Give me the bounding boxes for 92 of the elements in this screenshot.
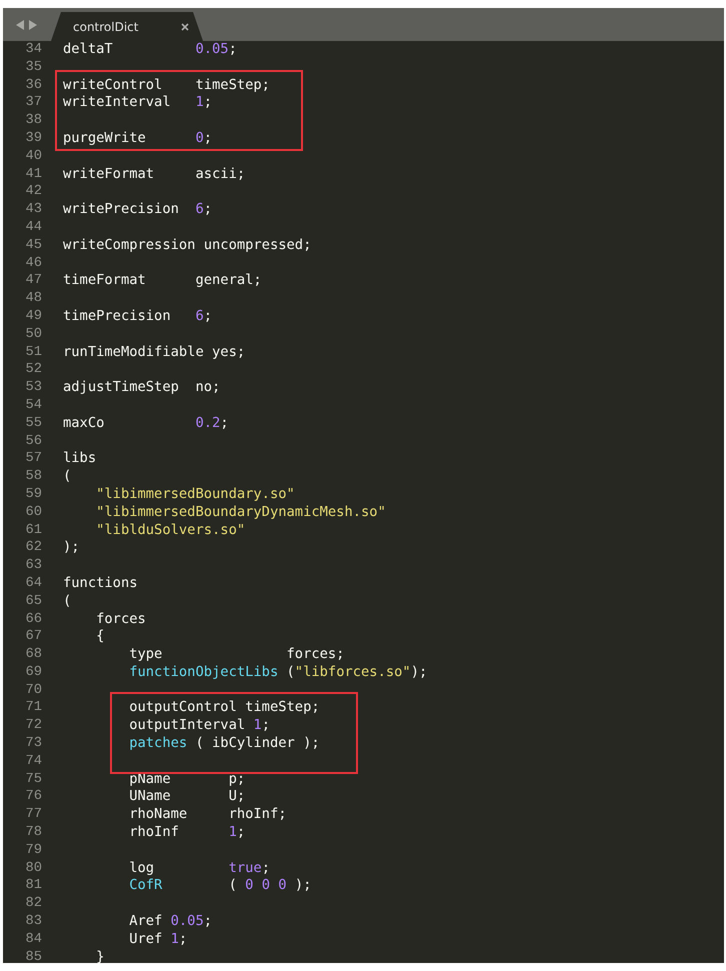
line-number: 67 bbox=[24, 628, 43, 646]
code-line: libs bbox=[63, 450, 96, 468]
line-number: 50 bbox=[24, 326, 43, 344]
code-line: { bbox=[95, 628, 104, 646]
line-number: 38 bbox=[24, 112, 43, 130]
line-number: 58 bbox=[24, 468, 43, 486]
code-line: ( bbox=[63, 468, 72, 486]
code-line: writePrecision 6; bbox=[63, 201, 212, 219]
line-number: 75 bbox=[24, 770, 43, 788]
code-line: ( bbox=[63, 592, 72, 610]
code-line: ); bbox=[63, 539, 80, 558]
code-line: writeInterval 1; bbox=[63, 94, 212, 112]
line-number: 35 bbox=[24, 58, 43, 77]
line-number: 70 bbox=[24, 682, 43, 700]
code-line: CofR ( 0 0 0 ); bbox=[128, 877, 312, 896]
line-number: 37 bbox=[24, 94, 43, 112]
code-line: functions bbox=[63, 574, 138, 593]
code-line: type forces; bbox=[128, 646, 344, 664]
line-number: 76 bbox=[24, 788, 43, 806]
line-number: 45 bbox=[24, 236, 43, 255]
code-line: rhoName rhoInf; bbox=[128, 806, 287, 824]
line-number: 51 bbox=[24, 344, 43, 362]
code-line: runTimeModifiable yes; bbox=[63, 344, 246, 362]
line-number: 59 bbox=[24, 486, 43, 504]
line-number: 56 bbox=[24, 432, 43, 450]
code-line: "libimmersedBoundaryDynamicMesh.so" bbox=[95, 504, 386, 522]
line-number: 84 bbox=[24, 930, 43, 949]
code-line: rhoInf 1; bbox=[128, 824, 246, 842]
line-number: 60 bbox=[24, 504, 43, 522]
code-line: } bbox=[95, 948, 104, 963]
line-number: 43 bbox=[24, 201, 43, 219]
line-number: 69 bbox=[24, 664, 43, 682]
line-number: 41 bbox=[24, 166, 43, 184]
right-arrow-icon[interactable] bbox=[29, 20, 37, 30]
line-number: 82 bbox=[24, 895, 43, 914]
code-line: writeControl timeStep; bbox=[63, 76, 270, 94]
line-number: 47 bbox=[24, 272, 43, 290]
file-tab[interactable]: controlDict bbox=[51, 12, 203, 41]
code-line: outputControl timeStep; bbox=[128, 699, 320, 718]
line-number: 44 bbox=[24, 218, 43, 237]
code-line: UName U; bbox=[128, 788, 246, 806]
line-number: 79 bbox=[24, 842, 43, 860]
line-number: 68 bbox=[24, 646, 43, 664]
code-line: Uref 1; bbox=[128, 930, 188, 949]
line-number: 62 bbox=[24, 539, 43, 558]
code-line: deltaT 0.05; bbox=[63, 41, 237, 59]
code-line: "liblduSolvers.so" bbox=[95, 522, 246, 540]
line-number: 66 bbox=[24, 610, 43, 628]
line-number: 54 bbox=[24, 396, 43, 415]
line-number: 64 bbox=[24, 574, 43, 593]
line-number: 61 bbox=[24, 522, 43, 540]
line-number: 57 bbox=[24, 450, 43, 468]
line-number: 81 bbox=[24, 877, 43, 896]
line-number: 73 bbox=[24, 735, 43, 753]
line-number: 39 bbox=[24, 130, 43, 148]
code-line: adjustTimeStep no; bbox=[63, 379, 220, 397]
line-number: 63 bbox=[24, 557, 43, 575]
line-number: 80 bbox=[24, 860, 43, 878]
code-line: functionObjectLibs ("libforces.so"); bbox=[128, 664, 428, 682]
code-line: writeFormat ascii; bbox=[63, 166, 246, 184]
line-number: 48 bbox=[24, 290, 43, 308]
line-number: 42 bbox=[24, 183, 43, 202]
line-number: 71 bbox=[24, 699, 43, 718]
line-number: 46 bbox=[24, 254, 43, 272]
line-number: 78 bbox=[24, 824, 43, 842]
code-line: timeFormat general; bbox=[63, 272, 262, 290]
code-line: pName p; bbox=[128, 770, 246, 788]
line-number: 55 bbox=[24, 414, 43, 433]
line-number: 65 bbox=[24, 592, 43, 610]
code-line: log true; bbox=[128, 860, 270, 878]
code-line: maxCo 0.2; bbox=[63, 414, 229, 433]
code-line: patches ( ibCylinder ); bbox=[128, 735, 320, 753]
code-line: timePrecision 6; bbox=[63, 308, 212, 326]
left-arrow-icon[interactable] bbox=[16, 20, 24, 30]
code-line: Aref 0.05; bbox=[128, 913, 212, 931]
line-number: 77 bbox=[24, 806, 43, 824]
line-number: 49 bbox=[24, 308, 43, 326]
close-icon[interactable] bbox=[181, 22, 189, 30]
code-line: forces bbox=[95, 610, 146, 628]
code-line: writeCompression uncompressed; bbox=[63, 236, 312, 255]
line-number: 53 bbox=[24, 379, 43, 397]
code-line: outputInterval 1; bbox=[128, 717, 270, 736]
code-line: purgeWrite 0; bbox=[63, 130, 212, 148]
line-number: 72 bbox=[24, 717, 43, 736]
line-number: 74 bbox=[24, 752, 43, 771]
code-line: "libimmersedBoundary.so" bbox=[95, 486, 295, 504]
line-number: 40 bbox=[24, 148, 43, 166]
line-number: 52 bbox=[24, 361, 43, 380]
line-number: 36 bbox=[24, 76, 43, 94]
line-number: 83 bbox=[24, 913, 43, 931]
line-number: 34 bbox=[24, 41, 43, 59]
line-number: 85 bbox=[24, 948, 43, 963]
